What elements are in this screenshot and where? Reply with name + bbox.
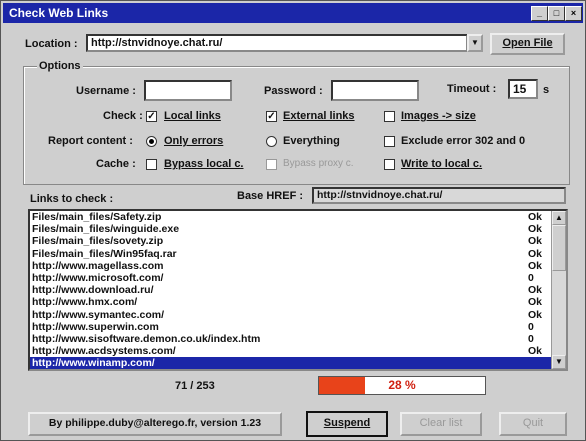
links-to-check-label: Links to check : [30,193,114,205]
open-file-label: Open File [502,37,553,49]
local-links-label: Local links [164,110,221,122]
link-status: 0 [528,332,534,345]
link-url: http://www.superwin.com [32,320,159,333]
link-status: Ok [528,247,543,260]
link-url: http://www.winamp.com/ [32,357,155,370]
timeout-field[interactable]: 15 [508,79,538,99]
quit-button[interactable]: Quit [499,412,567,436]
link-row[interactable]: http://www.magellass.com Ok [30,260,566,272]
progress-bar: 28 % [318,376,486,395]
base-href-field: http://stnvidnoye.chat.ru/ [312,187,566,204]
link-url: Files/main_files/Safety.zip [32,211,162,223]
progress-count: 71 / 253 [175,380,215,392]
bypass-proxy-label: Bypass proxy c. [283,158,354,169]
check-label: Check : [103,110,143,122]
external-links-label: External links [283,110,355,122]
link-status: Ok [528,308,543,321]
link-row[interactable]: http://www.acdsystems.com/Ok [30,345,566,357]
link-row[interactable]: http://www.winamp.com/ [30,357,566,369]
link-url: http://www.download.ru/ [32,284,154,297]
link-status: Ok [528,296,543,309]
link-status: Ok [528,284,543,297]
link-row[interactable]: http://www.symantec.com/Ok [30,309,566,321]
list-scrollbar[interactable]: ▲ ▼ [551,211,566,369]
only-errors-label: Only errors [164,135,224,147]
scroll-down-arrow[interactable]: ▼ [552,355,566,369]
link-status: Ok [528,345,543,358]
write-local-checkbox[interactable] [384,159,395,170]
clear-list-button[interactable]: Clear list [400,412,482,436]
close-button[interactable]: × [565,6,582,21]
link-url: http://www.sisoftware.demon.co.uk/index.… [32,332,261,345]
location-dropdown-arrow[interactable]: ▼ [467,34,483,52]
link-url: Files/main_files/winguide.exe [32,223,180,236]
cache-label: Cache : [96,158,136,170]
scroll-up-arrow[interactable]: ▲ [552,211,566,225]
images-size-label: Images -> size [401,110,476,122]
exclude-error-label: Exclude error 302 and 0 [401,135,526,147]
timeout-label: Timeout : [447,83,497,95]
link-row[interactable]: Files/main_files/sovety.zip Ok [30,235,566,247]
link-status: 0 [528,271,534,284]
link-status: Ok [528,235,543,248]
link-row[interactable]: http://www.superwin.com 0 [30,321,566,333]
suspend-button[interactable]: Suspend [306,411,388,437]
quit-label: Quit [522,417,544,429]
bypass-proxy-checkbox[interactable] [266,159,277,170]
only-errors-radio[interactable] [146,136,157,147]
link-row[interactable]: http://www.hmx.com/Ok [30,296,566,308]
credit-button[interactable]: By philippe.duby@alterego.fr, version 1.… [28,412,282,436]
link-row[interactable]: http://www.download.ru/Ok [30,284,566,296]
check-web-links-window: Check Web Links _ □ × Location : http://… [0,0,586,441]
bypass-local-label: Bypass local c. [164,158,244,170]
local-links-checkbox[interactable]: ✓ [146,111,157,122]
links-list[interactable]: Files/main_files/Safety.zip Ok Files/main_… [28,209,568,371]
links-rows: Files/main_files/Safety.zip Ok Files/main_… [30,211,566,369]
link-url: Files/main_files/Win95faq.rar [32,247,177,260]
suspend-label: Suspend [323,417,371,429]
open-file-button[interactable]: Open File [490,33,565,55]
link-row[interactable]: http://www.sisoftware.demon.co.uk/index.… [30,333,566,345]
link-row[interactable]: http://www.microsoft.com/0 [30,272,566,284]
everything-radio[interactable] [266,136,277,147]
scroll-thumb[interactable] [552,225,566,271]
exclude-error-checkbox[interactable] [384,136,395,147]
write-local-label: Write to local c. [401,158,483,170]
username-field[interactable] [144,80,232,101]
minimize-button[interactable]: _ [531,6,548,21]
everything-label: Everything [283,135,340,147]
password-label: Password : [264,85,323,97]
maximize-button[interactable]: □ [548,6,565,21]
link-url: Files/main_files/sovety.zip [32,235,164,248]
location-input[interactable]: http://stnvidnoye.chat.ru/ [86,34,468,52]
link-status: Ok [528,223,543,236]
link-url: http://www.hmx.com/ [32,296,138,309]
location-label: Location : [25,38,78,50]
password-field[interactable] [331,80,419,101]
link-url: http://www.magellass.com [32,259,164,272]
link-url: http://www.acdsystems.com/ [32,345,176,358]
link-row[interactable]: Files/main_files/winguide.exe Ok [30,223,566,235]
report-content-label: Report content : [48,135,133,147]
link-status: 0 [528,320,534,333]
link-row[interactable]: Files/main_files/Safety.zip Ok [30,211,566,223]
link-url: http://www.microsoft.com/ [32,271,164,284]
clear-list-label: Clear list [419,417,463,429]
base-href-label: Base HREF : [237,190,304,202]
link-row[interactable]: Files/main_files/Win95faq.rar Ok [30,248,566,260]
external-links-checkbox[interactable]: ✓ [266,111,277,122]
images-size-checkbox[interactable] [384,111,395,122]
link-url: http://www.symantec.com/ [32,308,165,321]
window-title: Check Web Links [9,6,109,20]
bypass-local-checkbox[interactable] [146,159,157,170]
link-status: Ok [528,211,543,223]
title-bar: Check Web Links _ □ × [3,3,583,23]
username-label: Username : [76,85,136,97]
options-legend: Options [37,60,83,72]
timeout-unit: s [543,84,550,96]
link-status: Ok [528,259,543,272]
progress-percent: 28 % [388,378,416,392]
